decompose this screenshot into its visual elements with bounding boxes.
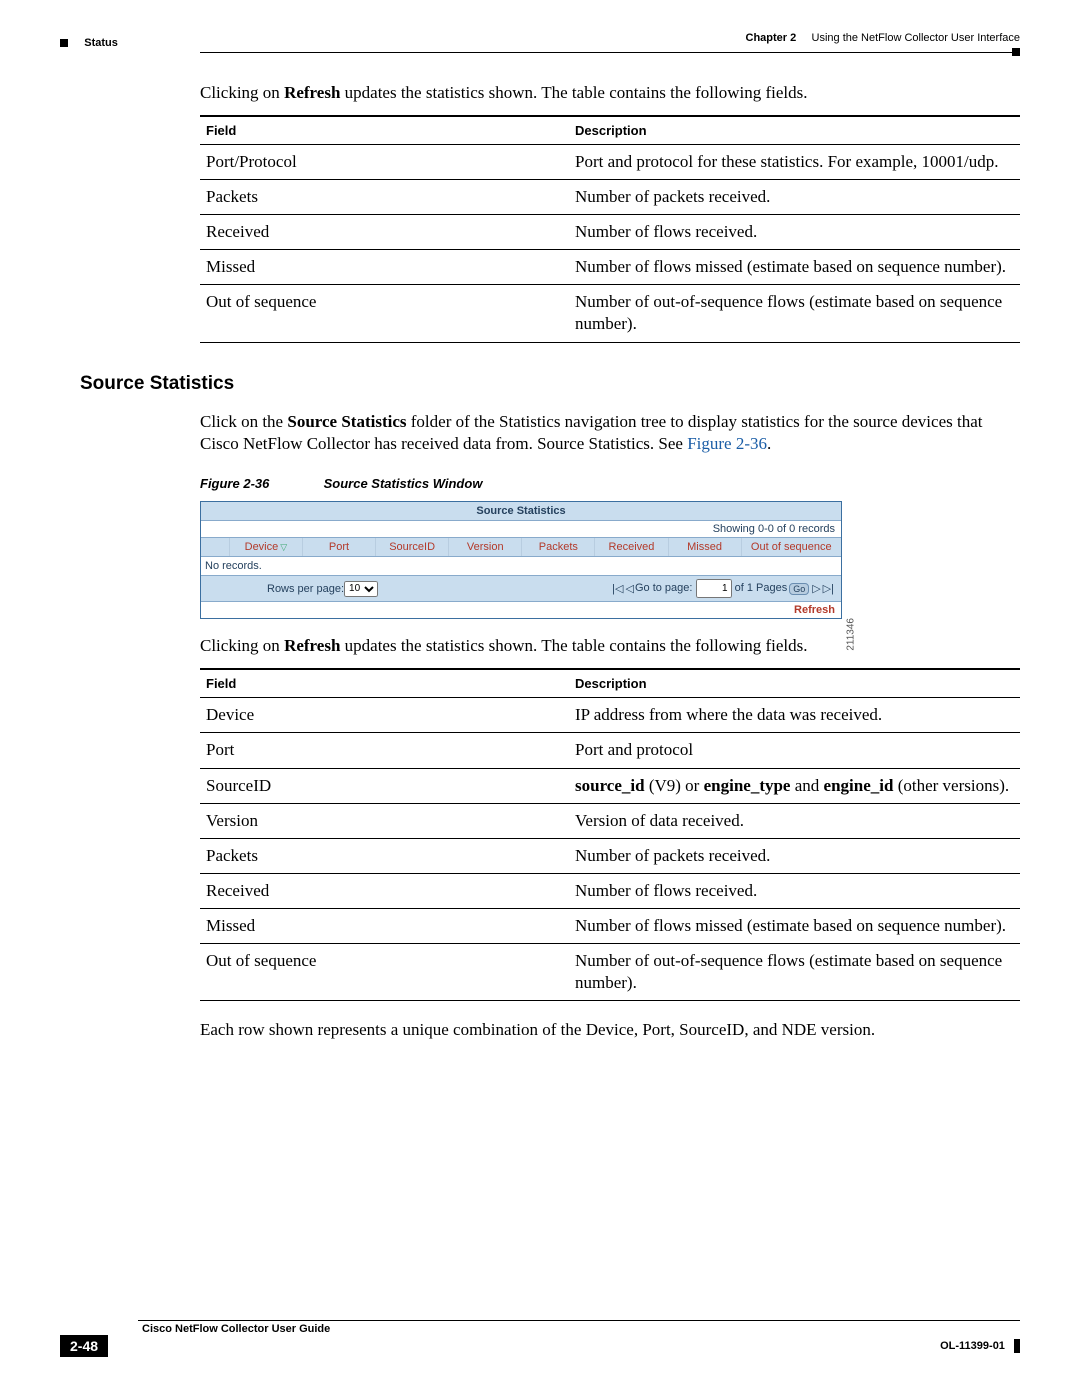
col-description: Description — [569, 669, 1020, 698]
ss-col-oos[interactable]: Out of sequence — [742, 538, 841, 556]
table-row: Port/ProtocolPort and protocol for these… — [200, 144, 1020, 179]
pages-label: of 1 Pages — [735, 582, 788, 594]
intro-paragraph-1: Clicking on Refresh updates the statisti… — [200, 82, 1020, 105]
fields-table-1: Field Description Port/ProtocolPort and … — [200, 115, 1020, 343]
goto-page-input[interactable] — [696, 579, 732, 598]
table-row: PacketsNumber of packets received. — [200, 838, 1020, 873]
table-row: MissedNumber of flows missed (estimate b… — [200, 250, 1020, 285]
table-row: VersionVersion of data received. — [200, 803, 1020, 838]
last-page-icon[interactable]: ▷| — [822, 582, 835, 595]
sort-arrow-icon: ▽ — [280, 542, 287, 552]
goto-page-label: Go to page: — [635, 582, 693, 594]
table-row: DeviceIP address from where the data was… — [200, 698, 1020, 733]
page-number: 2-48 — [60, 1335, 108, 1357]
ss-column-header: Device▽ Port SourceID Version Packets Re… — [201, 538, 841, 557]
refresh-button[interactable]: Refresh — [201, 602, 841, 618]
closing-paragraph: Each row shown represents a unique combi… — [200, 1019, 1020, 1042]
figure-caption: Figure 2-36 Source Statistics Window — [200, 476, 1020, 491]
table-row: MissedNumber of flows missed (estimate b… — [200, 908, 1020, 943]
chapter-label: Chapter 2 — [746, 32, 797, 44]
ss-pagination-bar: Rows per page: 10 |◁ ◁ Go to page: of 1 … — [201, 576, 841, 602]
table-row: ReceivedNumber of flows received. — [200, 215, 1020, 250]
table-row: PacketsNumber of packets received. — [200, 180, 1020, 215]
page-footer: Cisco NetFlow Collector User Guide 2-48 … — [60, 1320, 1020, 1357]
footer-rule — [138, 1320, 1020, 1321]
next-page-icon[interactable]: ▷ — [811, 582, 821, 595]
table-row: PortPort and protocol — [200, 733, 1020, 768]
header-section: Status — [84, 37, 118, 49]
footer-guide-title: Cisco NetFlow Collector User Guide — [142, 1323, 1020, 1335]
fields-table-2: Field Description DeviceIP address from … — [200, 668, 1020, 1001]
ss-col-missed[interactable]: Missed — [669, 538, 742, 556]
table-row: Out of sequenceNumber of out-of-sequence… — [200, 285, 1020, 342]
first-page-icon[interactable]: |◁ — [611, 582, 624, 595]
source-stats-screenshot: Source Statistics Showing 0-0 of 0 recor… — [200, 501, 842, 619]
rows-per-page-select[interactable]: 10 — [344, 581, 378, 597]
header-end-box — [1012, 48, 1020, 56]
figure-link[interactable]: Figure 2-36 — [687, 434, 767, 453]
ss-col-sourceid[interactable]: SourceID — [376, 538, 449, 556]
ss-title: Source Statistics — [201, 502, 841, 521]
col-description: Description — [569, 116, 1020, 145]
header-chapter: Chapter 2 Using the NetFlow Collector Us… — [746, 32, 1021, 44]
header-marker-box — [60, 39, 68, 47]
table-row: Out of sequenceNumber of out-of-sequence… — [200, 943, 1020, 1000]
section-heading: Source Statistics — [80, 373, 1020, 395]
header-rule — [200, 52, 1020, 53]
footer-end-box — [1014, 1339, 1020, 1353]
ss-col-blank — [201, 538, 230, 556]
prev-page-icon[interactable]: ◁ — [625, 582, 635, 595]
intro-paragraph-2: Clicking on Refresh updates the statisti… — [200, 635, 1020, 658]
ss-no-records: No records. — [201, 557, 841, 576]
source-stats-para: Click on the Source Statistics folder of… — [200, 411, 1020, 457]
page-header: Status Chapter 2 Using the NetFlow Colle… — [60, 32, 1020, 62]
table-row: SourceIDsource_id (V9) or engine_type an… — [200, 768, 1020, 803]
rows-per-page-label: Rows per page: — [267, 583, 344, 595]
go-button[interactable]: Go — [789, 583, 809, 595]
col-field: Field — [200, 669, 569, 698]
ss-record-count: Showing 0-0 of 0 records — [201, 521, 841, 538]
ss-col-device[interactable]: Device▽ — [230, 538, 303, 556]
table-row: ReceivedNumber of flows received. — [200, 873, 1020, 908]
ss-col-version[interactable]: Version — [449, 538, 522, 556]
ss-col-received[interactable]: Received — [595, 538, 668, 556]
chapter-title: Using the NetFlow Collector User Interfa… — [812, 32, 1020, 44]
image-id: 211346 — [846, 618, 857, 651]
col-field: Field — [200, 116, 569, 145]
doc-id: OL-11399-01 — [940, 1339, 1020, 1353]
ss-col-packets[interactable]: Packets — [522, 538, 595, 556]
ss-col-port[interactable]: Port — [303, 538, 376, 556]
